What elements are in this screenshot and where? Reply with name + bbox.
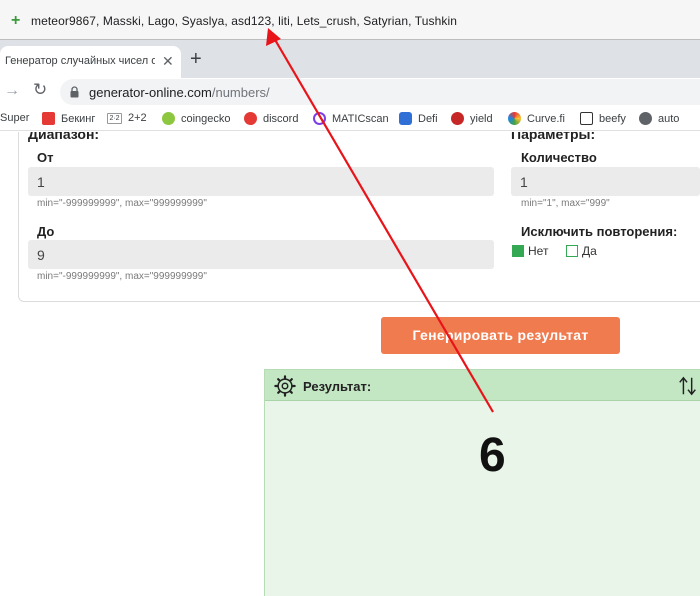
tab-strip: Генератор случайных чисел онлайн ✕ + xyxy=(0,40,700,78)
bookmarks-bar: Super Бекинг 2·2 2+2 coingecko discord MA… xyxy=(0,106,700,131)
participants-list: meteor9867, Masski, Lago, Syaslya, asd12… xyxy=(31,14,458,28)
from-label: От xyxy=(37,150,54,165)
defi-icon xyxy=(399,112,412,125)
generate-button[interactable]: Генерировать результат xyxy=(381,317,620,354)
result-value: 6 xyxy=(479,429,506,482)
sort-icon[interactable] xyxy=(677,375,699,397)
params-heading: Параметры: xyxy=(511,132,596,142)
maticscan-icon xyxy=(313,112,326,125)
bookmark-super[interactable]: Super xyxy=(0,112,29,124)
url-text: generator-online.com/numbers/ xyxy=(89,85,270,100)
from-hint: min="-999999999", max="999999999" xyxy=(37,198,207,209)
bookmark-discord[interactable]: discord xyxy=(244,112,298,125)
bookmark-bekking[interactable]: Бекинг xyxy=(42,112,95,125)
count-input[interactable]: 1 xyxy=(511,167,700,196)
bekking-icon xyxy=(42,112,55,125)
result-panel: Результат: 6 xyxy=(264,369,700,596)
reload-icon[interactable]: ↻ xyxy=(33,80,47,100)
yield-icon xyxy=(451,112,464,125)
globe-icon xyxy=(639,112,652,125)
checkbox-checked[interactable] xyxy=(512,245,524,257)
result-title: Результат: xyxy=(303,379,372,394)
participants-bar: + meteor9867, Masski, Lago, Syaslya, asd… xyxy=(0,0,700,40)
lock-icon xyxy=(70,86,79,98)
count-label: Количество xyxy=(521,150,597,165)
close-icon[interactable]: ✕ xyxy=(162,54,174,68)
exclude-label: Исключить повторения: xyxy=(521,224,678,239)
gear-icon[interactable] xyxy=(274,375,296,397)
page-content: Диапазон: Параметры: От 1 min="-99999999… xyxy=(0,132,700,596)
coingecko-icon xyxy=(162,112,175,125)
checkbox-unchecked[interactable] xyxy=(566,245,578,257)
discord-icon xyxy=(244,112,257,125)
option-no[interactable]: Нет xyxy=(512,244,548,258)
result-header: Результат: xyxy=(265,370,700,401)
to-hint: min="-999999999", max="999999999" xyxy=(37,271,207,282)
bookmark-coingecko[interactable]: coingecko xyxy=(162,112,231,125)
bookmark-2plus2[interactable]: 2·2 2+2 xyxy=(107,112,147,124)
bookmark-maticscan[interactable]: MATICscan xyxy=(313,112,389,125)
browser-tab[interactable]: Генератор случайных чисел онлайн ✕ xyxy=(0,46,181,78)
tab-title: Генератор случайных чисел онлайн xyxy=(5,55,155,67)
bookmark-beefy[interactable]: beefy xyxy=(580,112,626,125)
plus-icon[interactable]: + xyxy=(11,11,20,31)
forward-icon[interactable]: → xyxy=(4,82,20,100)
from-input[interactable]: 1 xyxy=(28,167,494,196)
2plus2-icon: 2·2 xyxy=(107,112,122,124)
option-yes[interactable]: Да xyxy=(566,244,597,258)
curve-icon xyxy=(508,112,521,125)
browser-toolbar: → ↻ generator-online.com/numbers/ xyxy=(0,78,700,106)
range-heading: Диапазон: xyxy=(28,132,100,142)
bookmark-defi[interactable]: Defi xyxy=(399,112,438,125)
beefy-icon xyxy=(580,112,593,125)
bookmark-yield[interactable]: yield xyxy=(451,112,493,125)
bookmark-curve[interactable]: Curve.fi xyxy=(508,112,565,125)
to-input[interactable]: 9 xyxy=(28,240,494,269)
count-hint: min="1", max="999" xyxy=(521,198,610,209)
bookmark-auto[interactable]: auto xyxy=(639,112,679,125)
new-tab-icon[interactable]: + xyxy=(190,49,202,69)
to-label: До xyxy=(37,224,55,239)
address-bar[interactable]: generator-online.com/numbers/ xyxy=(60,79,700,105)
